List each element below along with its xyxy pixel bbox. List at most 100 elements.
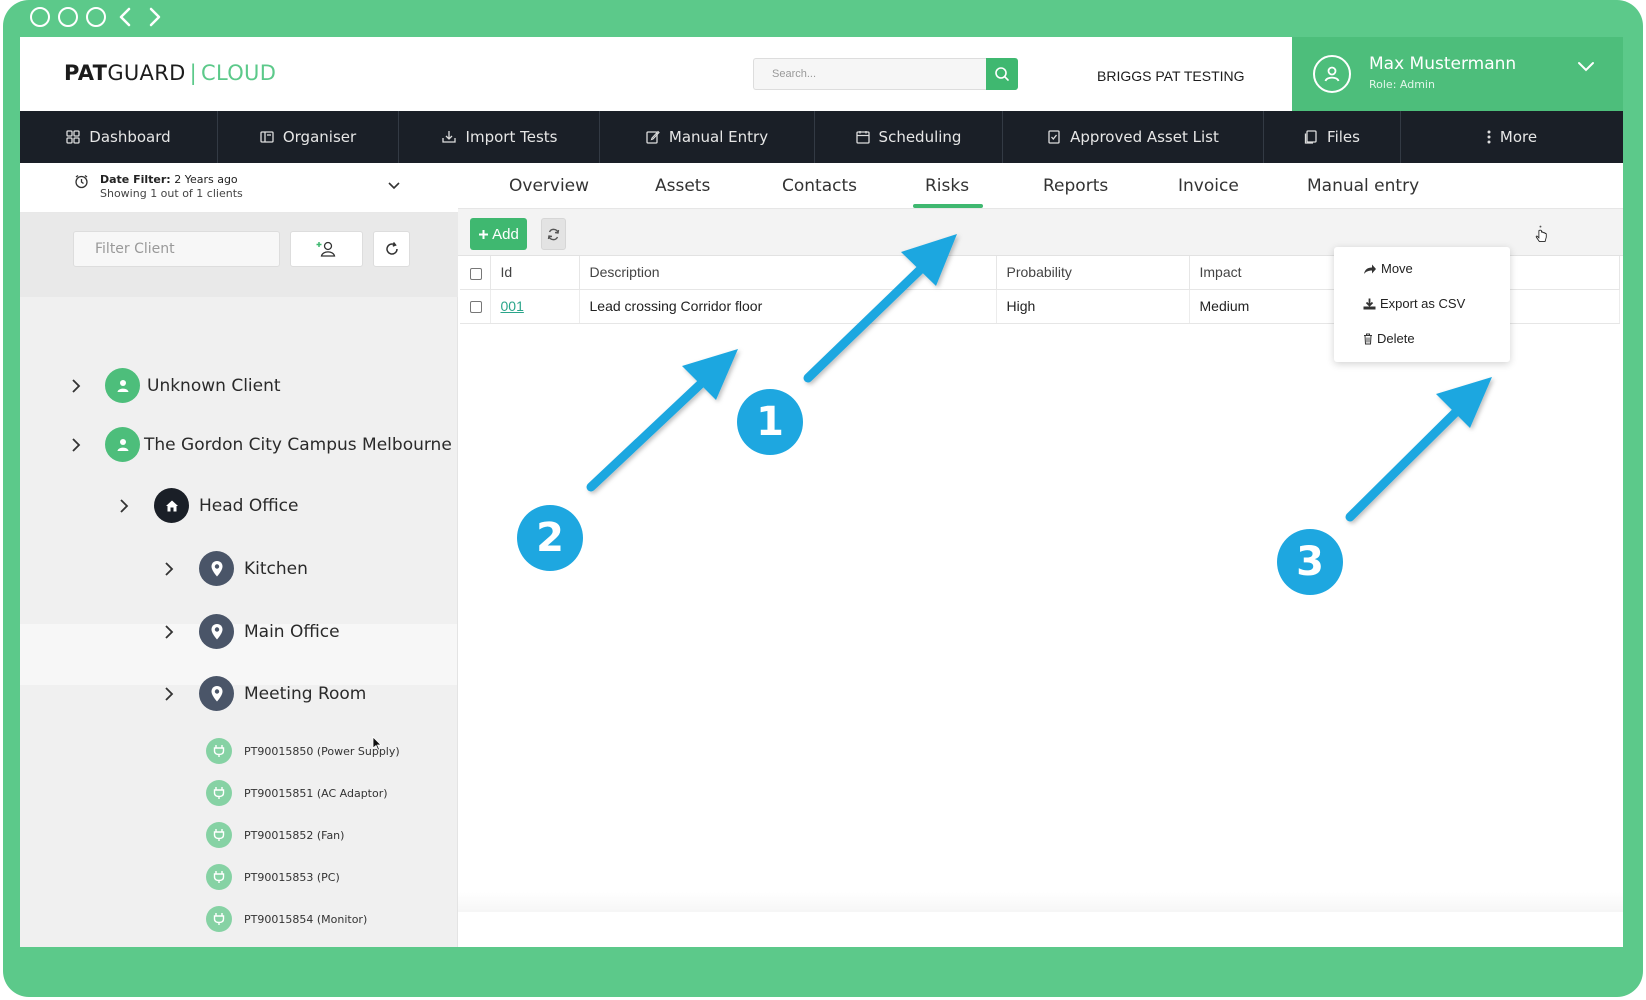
refresh-clients-button[interactable] <box>373 231 410 267</box>
date-filter-summary: Showing 1 out of 1 clients <box>100 187 243 200</box>
nav-dashboard[interactable]: Dashboard <box>20 111 218 163</box>
tab-contacts[interactable]: Contacts <box>782 176 857 196</box>
risk-description: Lead crossing Corridor floor <box>579 289 997 324</box>
chevron-right-icon[interactable] <box>67 377 85 395</box>
approved-list-icon <box>1048 130 1060 144</box>
client-icon <box>105 368 140 403</box>
plug-icon <box>206 780 232 806</box>
column-header-probability[interactable]: Probability <box>996 256 1190 290</box>
edit-icon <box>646 130 660 144</box>
chevron-right-icon[interactable] <box>115 497 133 515</box>
organisation-name: BRIGGS PAT TESTING <box>1097 68 1245 84</box>
nav-files[interactable]: Files <box>1264 111 1401 163</box>
import-icon <box>441 131 456 143</box>
user-menu[interactable]: Max Mustermann Role: Admin <box>1292 37 1623 111</box>
client-filter-bar: Filter Client <box>20 213 458 297</box>
plug-icon <box>206 864 232 890</box>
nav-organiser[interactable]: Organiser <box>218 111 399 163</box>
asset-item[interactable]: PT90015850 (Power Supply) <box>206 738 400 764</box>
more-options-menu: Move Export as CSV Delete <box>1334 247 1510 362</box>
add-risk-button[interactable]: Add <box>470 218 527 250</box>
menu-item-delete[interactable]: Delete <box>1363 331 1415 346</box>
chevron-down-icon[interactable] <box>386 177 402 196</box>
chevron-right-icon[interactable] <box>160 685 178 703</box>
window-close-button[interactable] <box>30 7 50 27</box>
tab-risks[interactable]: Risks <box>925 176 969 196</box>
tab-assets[interactable]: Assets <box>655 176 710 196</box>
detail-tabs: Overview Assets Contacts Risks Reports I… <box>458 163 1623 209</box>
date-filter-label: Date Filter: <box>100 173 171 186</box>
user-avatar-icon <box>1313 55 1351 93</box>
refresh-icon <box>385 242 398 255</box>
client-icon <box>105 427 140 462</box>
date-filter-value: 2 Years ago <box>170 173 238 186</box>
plug-icon <box>206 738 232 764</box>
download-icon <box>1363 298 1376 309</box>
tree-item-main-office[interactable]: Main Office <box>160 614 340 649</box>
nav-more[interactable]: More <box>1401 111 1623 163</box>
tree-item-unknown-client[interactable]: Unknown Client <box>67 368 281 403</box>
nav-import-tests[interactable]: Import Tests <box>399 111 600 163</box>
user-name: Max Mustermann <box>1369 54 1517 74</box>
tree-item-kitchen[interactable]: Kitchen <box>160 551 308 586</box>
search-icon <box>995 67 1009 81</box>
search-bar: Search... <box>753 58 1018 90</box>
chevron-down-icon[interactable] <box>1576 59 1596 78</box>
date-filter[interactable]: Date Filter: 2 Years ago Showing 1 out o… <box>20 163 458 213</box>
column-header-id[interactable]: Id <box>490 256 580 290</box>
tab-invoice[interactable]: Invoice <box>1178 176 1239 196</box>
column-header-description[interactable]: Description <box>579 256 997 290</box>
chevron-right-icon[interactable] <box>67 436 85 454</box>
share-arrow-icon <box>1364 264 1376 274</box>
annotation-badge-1: 1 <box>737 389 803 455</box>
user-role: Role: Admin <box>1369 78 1435 91</box>
tree-item-gordon-city-campus[interactable]: The Gordon City Campus Melbourne <box>67 427 452 462</box>
asset-item[interactable]: PT90015854 (Monitor) <box>206 906 367 932</box>
chevron-right-icon[interactable] <box>160 623 178 641</box>
more-options-button[interactable] <box>1535 221 1549 247</box>
plug-icon <box>206 906 232 932</box>
forward-arrow-icon[interactable] <box>144 6 166 28</box>
window-controls <box>30 6 166 28</box>
row-checkbox[interactable] <box>470 301 482 314</box>
tree-item-meeting-room[interactable]: Meeting Room <box>160 676 366 711</box>
home-icon <box>154 488 189 523</box>
calendar-icon <box>855 131 870 144</box>
patguard-logo[interactable]: PATGUARD | CLOUD <box>64 61 276 85</box>
plus-icon <box>479 229 489 239</box>
select-all-checkbox[interactable] <box>470 267 482 280</box>
add-client-button[interactable] <box>290 231 363 267</box>
window-minimize-button[interactable] <box>58 7 78 27</box>
nav-manual-entry[interactable]: Manual Entry <box>600 111 815 163</box>
risk-id-link[interactable]: 001 <box>501 298 524 314</box>
search-button[interactable] <box>986 58 1018 90</box>
annotation-badge-2: 2 <box>517 505 583 571</box>
filter-client-input[interactable]: Filter Client <box>73 231 280 267</box>
back-arrow-icon[interactable] <box>114 6 136 28</box>
asset-item[interactable]: PT90015851 (AC Adaptor) <box>206 780 388 806</box>
files-icon <box>1304 130 1317 144</box>
trash-icon <box>1364 333 1372 344</box>
tab-reports[interactable]: Reports <box>1043 176 1108 196</box>
column-header-impact[interactable]: Impact <box>1189 256 1338 290</box>
nav-approved-asset-list[interactable]: Approved Asset List <box>1003 111 1264 163</box>
plug-icon <box>206 822 232 848</box>
risk-probability: High <box>996 289 1190 324</box>
app-header: PATGUARD | CLOUD Search... BRIGGS PAT TEST… <box>20 37 1623 111</box>
menu-item-move[interactable]: Move <box>1363 261 1413 276</box>
menu-item-export-csv[interactable]: Export as CSV <box>1363 296 1465 311</box>
window-maximize-button[interactable] <box>86 7 106 27</box>
risk-impact: Medium <box>1189 289 1338 324</box>
search-input[interactable]: Search... <box>753 58 986 90</box>
location-pin-icon <box>199 676 234 711</box>
asset-item[interactable]: PT90015853 (PC) <box>206 864 340 890</box>
refresh-button[interactable] <box>541 218 566 250</box>
refresh-icon <box>547 228 560 240</box>
chevron-right-icon[interactable] <box>160 560 178 578</box>
tab-manual-entry[interactable]: Manual entry <box>1307 176 1419 196</box>
location-pin-icon <box>199 551 234 586</box>
asset-item[interactable]: PT90015852 (Fan) <box>206 822 344 848</box>
tab-overview[interactable]: Overview <box>509 176 589 196</box>
nav-scheduling[interactable]: Scheduling <box>815 111 1003 163</box>
tree-item-head-office[interactable]: Head Office <box>115 488 298 523</box>
